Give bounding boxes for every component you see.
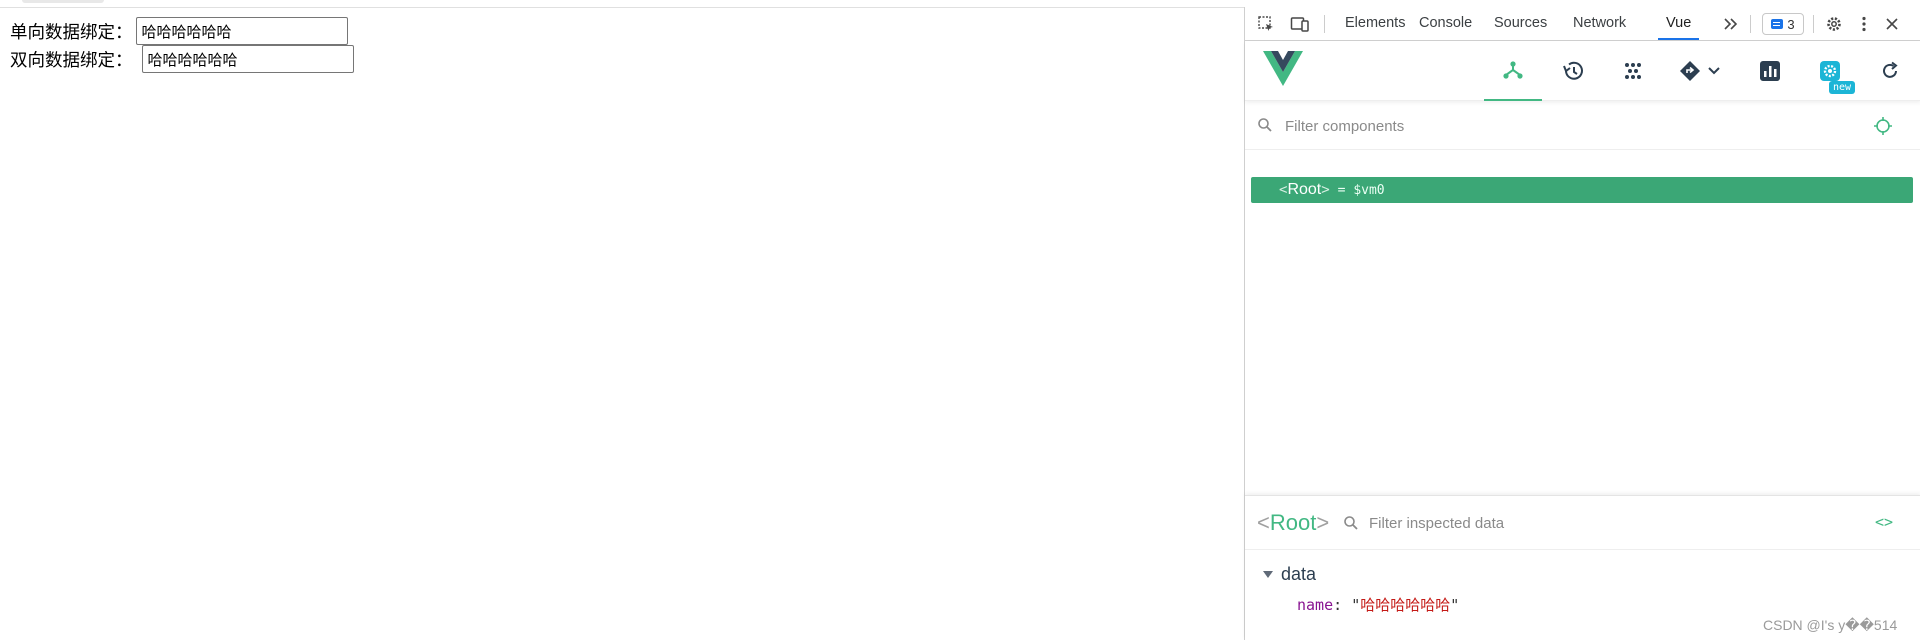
data-section-label: data: [1281, 564, 1317, 584]
component-tree: < Root > = $vm0: [1245, 150, 1920, 495]
devtools-panel: Elements Console Sources Network Vue 3 n…: [1244, 7, 1920, 640]
select-component-target-icon[interactable]: [1873, 116, 1893, 136]
tag-open-bracket: <: [1257, 510, 1270, 535]
two-way-binding-row: 双向数据绑定：: [10, 45, 354, 73]
inspected-component-title: <Root>: [1257, 510, 1329, 536]
pinia-icon[interactable]: [1604, 41, 1662, 101]
components-icon[interactable]: [1484, 41, 1542, 101]
property-value: 哈哈哈哈哈哈: [1360, 596, 1451, 614]
filter-components-input[interactable]: [1285, 113, 1845, 139]
search-icon: [1344, 516, 1358, 530]
caret-down-icon: [1263, 571, 1273, 578]
open-in-editor-code-icon[interactable]: <>: [1875, 513, 1893, 531]
message-icon: [1771, 19, 1784, 29]
browser-tab-stub: [22, 0, 104, 3]
vue-logo-icon: [1263, 51, 1303, 86]
one-way-binding-label: 单向数据绑定：: [10, 22, 133, 43]
timeline-icon[interactable]: [1544, 41, 1602, 101]
filter-inspected-data-input[interactable]: [1369, 511, 1829, 535]
webpage-area: 单向数据绑定： 双向数据绑定：: [0, 0, 1244, 640]
issues-count: 3: [1787, 16, 1795, 32]
tag-close-bracket: >: [1316, 510, 1330, 535]
chevron-double-right-icon[interactable]: [1720, 14, 1742, 34]
tab-console[interactable]: Console: [1419, 7, 1472, 40]
two-way-binding-label: 双向数据绑定：: [10, 50, 133, 71]
search-icon: [1258, 118, 1272, 132]
tree-item-root[interactable]: < Root > = $vm0: [1251, 177, 1913, 203]
performance-icon[interactable]: [1741, 41, 1799, 101]
close-icon[interactable]: [1881, 14, 1903, 34]
component-name: Root: [1287, 181, 1322, 198]
data-property-row[interactable]: name: "哈哈哈哈哈哈": [1297, 594, 1459, 615]
inspected-component-name: Root: [1269, 510, 1317, 535]
two-way-binding-input[interactable]: [141, 45, 354, 73]
page-top-divider: [0, 7, 1244, 8]
toolbar-divider: [1324, 15, 1325, 33]
router-icon[interactable]: [1665, 41, 1737, 101]
refresh-icon[interactable]: [1861, 41, 1919, 101]
new-badge: new: [1829, 81, 1856, 94]
settings-gear-icon[interactable]: [1823, 14, 1845, 34]
vue-devtools-header: new: [1245, 41, 1920, 101]
one-way-binding-row: 单向数据绑定：: [10, 17, 348, 45]
toolbar-divider: [1750, 15, 1751, 33]
data-section-header[interactable]: data: [1263, 564, 1316, 585]
tab-elements[interactable]: Elements: [1345, 7, 1405, 40]
toolbar-divider: [1813, 15, 1814, 33]
tag-close-bracket: >: [1321, 182, 1330, 198]
inspector-header: <Root> <>: [1245, 496, 1920, 550]
vm-reference: = $vm0: [1337, 182, 1385, 198]
issues-badge[interactable]: 3: [1762, 13, 1804, 35]
devtools-toolbar: Elements Console Sources Network Vue 3: [1245, 7, 1920, 41]
tag-open-bracket: <: [1279, 182, 1288, 198]
property-key: name: [1297, 596, 1334, 614]
kebab-menu-icon[interactable]: [1853, 14, 1875, 34]
tab-vue[interactable]: Vue: [1658, 7, 1700, 40]
component-filter-row: [1245, 102, 1920, 150]
one-way-binding-input[interactable]: [135, 17, 348, 45]
inspect-element-icon[interactable]: [1255, 14, 1277, 34]
device-toggle-icon[interactable]: [1289, 14, 1311, 34]
tab-sources[interactable]: Sources: [1494, 7, 1547, 40]
csdn-watermark: CSDN @I's y��514: [1763, 617, 1898, 633]
tab-network[interactable]: Network: [1573, 7, 1626, 40]
